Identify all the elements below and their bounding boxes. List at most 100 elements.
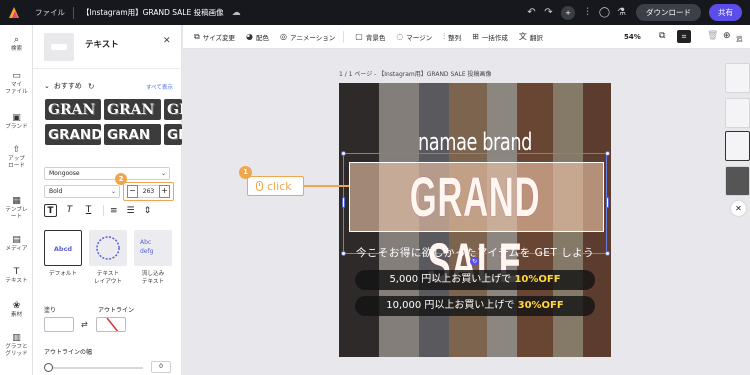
tile-text: GRA <box>167 101 182 118</box>
text-style-tile[interactable]: GRA <box>164 99 182 120</box>
italic-icon[interactable]: T <box>63 204 76 217</box>
tool-label: マージン <box>406 33 433 42</box>
undo-icon[interactable]: ↶ <box>523 7 540 18</box>
font-family-select[interactable]: Mongoose ⌄ <box>44 167 170 180</box>
step-2-badge: 2 <box>115 173 127 185</box>
spacing-icon[interactable]: ⇕ <box>144 206 152 216</box>
comment-icon[interactable]: ◯ <box>596 7 613 18</box>
brand-name[interactable]: namae brand <box>363 128 586 156</box>
artboard[interactable]: namae brand GRAND SALE 今こそお得に欲しかったアイテムを … <box>339 83 611 357</box>
page-label: 1 / 1 ページ - 【Instagram用】GRAND SALE 投稿画像 <box>339 71 492 78</box>
refresh-icon[interactable]: ↻ <box>88 82 95 91</box>
font-size-value[interactable]: 263 <box>138 185 159 198</box>
offer-pill-1[interactable]: 5,000 円以上お買い上げで 10%OFF <box>355 270 595 290</box>
outline-width-value[interactable]: 0 <box>151 361 171 373</box>
share-button[interactable]: 共有 <box>709 4 742 21</box>
bold-icon[interactable]: T <box>44 204 57 217</box>
tool-bulk-create[interactable]: ⊞ 一括作成 <box>472 32 508 42</box>
outline-color-swatch[interactable] <box>96 317 126 332</box>
text-style-tile[interactable]: GR <box>164 124 182 145</box>
page-thumbnail[interactable] <box>725 63 750 93</box>
text-style-tile[interactable]: GRAND <box>45 124 101 145</box>
font-weight-select[interactable]: Bold ⌄ <box>44 185 120 198</box>
chart-icon[interactable]: ⫶ <box>579 7 596 18</box>
download-button[interactable]: ダウンロード <box>636 4 701 21</box>
layout-default-card[interactable]: Abcd <box>44 230 82 266</box>
align-icon[interactable]: ≡ <box>110 206 118 216</box>
rotate-icon[interactable]: ↻ <box>470 257 479 266</box>
lab-icon[interactable]: ⚗ <box>613 7 630 18</box>
close-icon[interactable]: ✕ <box>163 36 171 46</box>
text-style-tile[interactable]: GRAN <box>104 99 161 120</box>
callout-text: click <box>267 179 292 193</box>
add-page-icon[interactable]: ⊕ <box>723 31 731 41</box>
tile-text: GRAND <box>48 126 101 143</box>
see-all-link[interactable]: すべて表示 <box>146 83 173 91</box>
offer-discount: 30%OFF <box>517 300 564 311</box>
copy-icon[interactable]: ⧉ <box>659 31 665 41</box>
trash-icon[interactable]: 🗑 <box>707 31 718 41</box>
resize-handle[interactable] <box>341 151 346 156</box>
text-style-tile[interactable]: GRAN <box>104 124 161 145</box>
palette-icon: ◕ <box>246 32 254 41</box>
add-label[interactable]: 追 <box>736 33 743 43</box>
tool-resize[interactable]: ⧉ サイズ変更 <box>194 32 235 42</box>
resize-handle[interactable] <box>605 151 610 156</box>
rail-item-my-files[interactable]: ▭ マイ ファイル <box>0 72 33 96</box>
rail-item-media[interactable]: ▤ メディア <box>0 236 33 253</box>
template-icon: ▦ <box>12 196 21 206</box>
swap-icon[interactable]: ⇄ <box>81 320 88 329</box>
zoom-level[interactable]: 54% <box>624 33 641 41</box>
rail-item-template[interactable]: ▦ テンプレ ート <box>0 196 33 221</box>
bulk-create-icon: ⊞ <box>472 32 479 41</box>
rail-label: テンプレ ート <box>5 207 28 220</box>
underline-icon[interactable]: T <box>82 204 95 217</box>
grid-toggle-icon[interactable]: ⌗ <box>677 30 691 43</box>
redo-icon[interactable]: ↷ <box>540 7 557 18</box>
recommended-header[interactable]: ⌄ おすすめ ↻ <box>44 81 95 91</box>
resize-handle[interactable] <box>606 197 609 208</box>
increase-size-button[interactable]: + <box>159 185 170 198</box>
brand-icon: ▣ <box>12 113 21 123</box>
avatar-add-icon[interactable]: + <box>561 5 575 20</box>
outline-width-track[interactable] <box>48 367 143 369</box>
tool-animation[interactable]: ◎ アニメーション <box>280 32 335 42</box>
offer-text: 5,000 円以上お買い上げで <box>389 274 515 285</box>
app-logo-icon[interactable] <box>7 6 21 20</box>
page-thumbnail[interactable] <box>725 166 750 196</box>
close-icon[interactable]: ✕ <box>731 201 746 216</box>
text-style-tile[interactable]: GRAN <box>45 99 101 120</box>
no-color-icon <box>106 318 119 331</box>
fill-color-swatch[interactable] <box>44 317 74 332</box>
tool-color-scheme[interactable]: ◕ 配色 <box>246 32 269 42</box>
outline-width-slider[interactable] <box>44 363 53 372</box>
page-thumbnail[interactable] <box>725 131 750 161</box>
file-menu[interactable]: ファイル <box>35 7 65 18</box>
rail-item-elements[interactable]: ❀ 素材 <box>0 302 33 319</box>
list-icon[interactable]: ☰ <box>127 206 135 216</box>
layout-text-card[interactable] <box>89 230 127 266</box>
font-size-stepper[interactable]: − 263 + <box>127 185 170 198</box>
rail-item-text[interactable]: T テキスト <box>0 268 33 285</box>
rail-item-charts[interactable]: ▥ グラフと グリッド <box>0 334 33 358</box>
rail-item-search[interactable]: ⌕ 検索 <box>0 36 33 53</box>
resize-handle[interactable] <box>342 197 345 208</box>
layout-flow-card[interactable]: Abc defg <box>134 230 172 266</box>
layout-sample: Abc defg <box>140 239 154 255</box>
rail-label: グラフと グリッド <box>5 344 28 357</box>
upload-icon: ⇧ <box>12 145 21 155</box>
offer-pill-2[interactable]: 10,000 円以上お買い上げで 30%OFF <box>355 296 595 316</box>
outline-width-label: アウトラインの幅 <box>44 349 93 356</box>
rail-label: アップ ロード <box>8 156 25 169</box>
circular-text-icon <box>96 236 120 260</box>
tool-label: 一括作成 <box>481 33 508 42</box>
tool-background-color[interactable]: ▢ 背景色 <box>355 32 385 42</box>
rail-item-brand[interactable]: ▣ ブランド <box>0 113 33 131</box>
tool-translate[interactable]: 文翻訳 <box>519 31 543 42</box>
page-thumbnail[interactable] <box>725 98 750 128</box>
decrease-size-button[interactable]: − <box>127 185 138 198</box>
tool-margin[interactable]: ◌ マージン <box>396 32 432 42</box>
rail-item-upload[interactable]: ⇧ アップ ロード <box>0 145 33 170</box>
tool-align[interactable]: ⫶ 整列 <box>443 32 461 42</box>
document-title[interactable]: 【Instagram用】GRAND SALE 投稿画像 <box>82 7 224 18</box>
